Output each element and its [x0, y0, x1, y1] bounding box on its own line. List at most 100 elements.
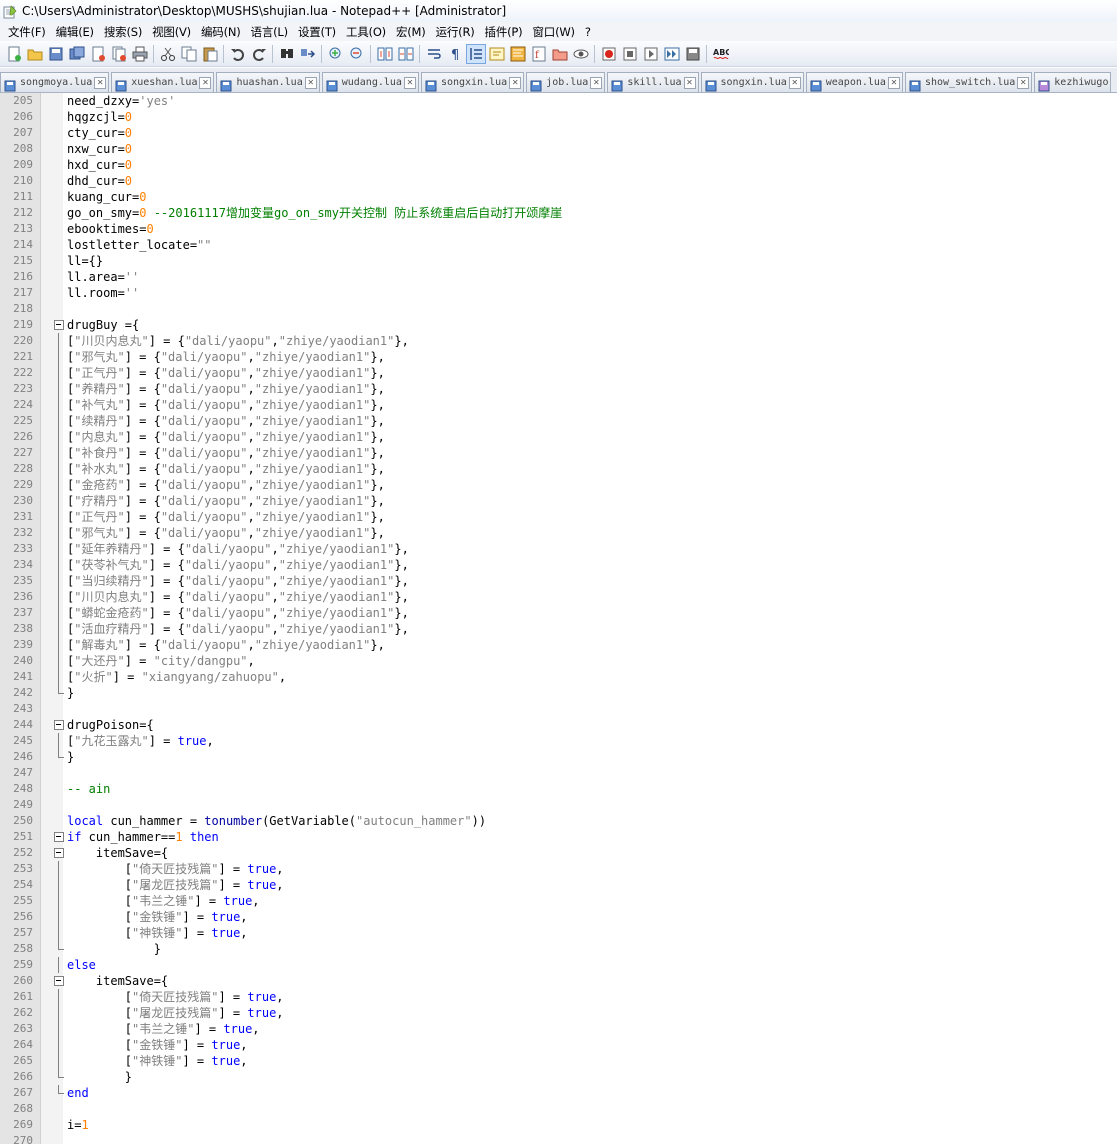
print-icon[interactable]	[131, 45, 149, 63]
fold-toggle-icon[interactable]	[54, 973, 64, 989]
code-line[interactable]: 216 ll.area=''	[0, 269, 1117, 285]
code-line[interactable]: 209 hxd_cur=0	[0, 157, 1117, 173]
code-line[interactable]: 228 ["补水丸"] = {"dali/yaopu","zhiye/yaodia…	[0, 461, 1117, 477]
code-line[interactable]: 230 ["疗精丹"] = {"dali/yaopu","zhiye/yaodia…	[0, 493, 1117, 509]
menu-item[interactable]: 文件(F)	[3, 24, 51, 40]
menu-item[interactable]: ?	[580, 25, 596, 39]
code-line[interactable]: 252 itemSave={	[0, 845, 1117, 861]
code-line[interactable]: 218	[0, 301, 1117, 317]
record-macro-icon[interactable]	[600, 45, 618, 63]
code-line[interactable]: 217 ll.room=''	[0, 285, 1117, 301]
code-line[interactable]: 245 ["九花玉露丸"] = true,	[0, 733, 1117, 749]
redo-icon[interactable]	[250, 45, 268, 63]
code-line[interactable]: 210 dhd_cur=0	[0, 173, 1117, 189]
code-line[interactable]: 208 nxw_cur=0	[0, 141, 1117, 157]
show-all-chars-icon[interactable]: ¶	[446, 45, 464, 63]
code-line[interactable]: 265 ["神铁锤"] = true,	[0, 1053, 1117, 1069]
code-line[interactable]: 249	[0, 797, 1117, 813]
copy-icon[interactable]	[180, 45, 198, 63]
replace-icon[interactable]	[299, 45, 317, 63]
menu-item[interactable]: 窗口(W)	[527, 24, 579, 40]
code-line[interactable]: 223 ["养精丹"] = {"dali/yaopu","zhiye/yaodia…	[0, 381, 1117, 397]
tab-close-icon[interactable]: ✕	[887, 76, 900, 89]
file-tab[interactable]: wudang.lua ✕	[321, 72, 419, 92]
menu-item[interactable]: 插件(P)	[480, 24, 528, 40]
indent-guide-icon[interactable]	[465, 43, 486, 64]
file-tab[interactable]: songmoya.lua ✕	[0, 72, 110, 92]
code-line[interactable]: 261 ["倚天匠技残篇"] = true,	[0, 989, 1117, 1005]
play-macro-icon[interactable]	[642, 45, 660, 63]
tab-close-icon[interactable]: ✕	[403, 76, 416, 89]
code-line[interactable]: 255 ["韦兰之锤"] = true,	[0, 893, 1117, 909]
paste-icon[interactable]	[201, 45, 219, 63]
close-icon[interactable]	[89, 45, 107, 63]
code-line[interactable]: 270	[0, 1133, 1117, 1144]
code-line[interactable]: 231 ["正气丹"] = {"dali/yaopu","zhiye/yaodia…	[0, 509, 1117, 525]
fold-toggle-icon[interactable]	[54, 845, 64, 861]
code-line[interactable]: 226 ["内息丸"] = {"dali/yaopu","zhiye/yaodia…	[0, 429, 1117, 445]
function-list-icon[interactable]: f	[530, 45, 548, 63]
code-line[interactable]: 227 ["补食丹"] = {"dali/yaopu","zhiye/yaodia…	[0, 445, 1117, 461]
file-tab[interactable]: weapon.lua ✕	[805, 72, 903, 92]
tab-close-icon[interactable]: ✕	[509, 76, 522, 89]
menu-item[interactable]: 运行(R)	[431, 24, 480, 40]
code-line[interactable]: 259 else	[0, 957, 1117, 973]
close-all-icon[interactable]	[110, 45, 128, 63]
fold-toggle-icon[interactable]	[54, 717, 64, 733]
code-line[interactable]: 236 ["川贝内息丸"] = {"dali/yaopu","zhiye/yaod…	[0, 589, 1117, 605]
tab-close-icon[interactable]: ✕	[94, 76, 107, 89]
spell-check-icon[interactable]: ABC	[712, 45, 730, 63]
tab-close-icon[interactable]: ✕	[590, 76, 603, 89]
tab-close-icon[interactable]: ✕	[788, 76, 801, 89]
run-macro-multiple-icon[interactable]	[663, 45, 681, 63]
code-line[interactable]: 247	[0, 765, 1117, 781]
code-line[interactable]: 222 ["正气丹"] = {"dali/yaopu","zhiye/yaodia…	[0, 365, 1117, 381]
code-line[interactable]: 262 ["屠龙匠技残篇"] = true,	[0, 1005, 1117, 1021]
code-line[interactable]: 221 ["邪气丸"] = {"dali/yaopu","zhiye/yaodia…	[0, 349, 1117, 365]
code-line[interactable]: 268	[0, 1101, 1117, 1117]
fold-toggle-icon[interactable]	[54, 317, 64, 333]
menu-item[interactable]: 编辑(E)	[51, 24, 99, 40]
code-line[interactable]: 220 ["川贝内息丸"] = {"dali/yaopu","zhiye/yaod…	[0, 333, 1117, 349]
code-line[interactable]: 246}	[0, 749, 1117, 765]
code-line[interactable]: 211 kuang_cur=0	[0, 189, 1117, 205]
code-line[interactable]: 235 ["当归续精丹"] = {"dali/yaopu","zhiye/yaod…	[0, 573, 1117, 589]
code-line[interactable]: 241 ["火折"] = "xiangyang/zahuopu",	[0, 669, 1117, 685]
user-language-icon[interactable]	[488, 45, 506, 63]
code-line[interactable]: 224 ["补气丸"] = {"dali/yaopu","zhiye/yaodia…	[0, 397, 1117, 413]
sync-vertical-icon[interactable]	[376, 45, 394, 63]
code-line[interactable]: 206 hqgzcjl=0	[0, 109, 1117, 125]
menu-item[interactable]: 视图(V)	[147, 24, 196, 40]
code-line[interactable]: 266 }	[0, 1069, 1117, 1085]
sync-horizontal-icon[interactable]	[397, 45, 415, 63]
code-line[interactable]: 251 if cun_hammer==1 then	[0, 829, 1117, 845]
undo-icon[interactable]	[229, 45, 247, 63]
code-line[interactable]: 248 -- ain	[0, 781, 1117, 797]
code-line[interactable]: 238 ["活血疗精丹"] = {"dali/yaopu","zhiye/yaod…	[0, 621, 1117, 637]
file-tab[interactable]: skill.lua ✕	[607, 72, 699, 92]
code-line[interactable]: 212 go_on_smy=0 --20161117增加变量go_on_smy开关…	[0, 205, 1117, 221]
doc-map-icon[interactable]	[509, 45, 527, 63]
monitoring-icon[interactable]	[572, 45, 590, 63]
code-line[interactable]: 243	[0, 701, 1117, 717]
file-tab[interactable]: songxin.lua ✕	[420, 72, 525, 92]
code-line[interactable]: 207 cty_cur=0	[0, 125, 1117, 141]
code-line[interactable]: 213 ebooktimes=0	[0, 221, 1117, 237]
code-line[interactable]: 225 ["续精丹"] = {"dali/yaopu","zhiye/yaodia…	[0, 413, 1117, 429]
menu-item[interactable]: 宏(M)	[391, 24, 431, 40]
code-line[interactable]: 264 ["金铁锤"] = true,	[0, 1037, 1117, 1053]
code-line[interactable]: 239 ["解毒丸"] = {"dali/yaopu","zhiye/yaodia…	[0, 637, 1117, 653]
code-line[interactable]: 242}	[0, 685, 1117, 701]
code-line[interactable]: 263 ["韦兰之锤"] = true,	[0, 1021, 1117, 1037]
code-editor[interactable]: 205 need_dzxy='yes' 206 hqgzcjl=0 207 cty_cur…	[0, 93, 1117, 1144]
cut-icon[interactable]	[159, 45, 177, 63]
code-line[interactable]: 258 }	[0, 941, 1117, 957]
code-line[interactable]: 229 ["金疮药"] = {"dali/yaopu","zhiye/yaodia…	[0, 477, 1117, 493]
word-wrap-icon[interactable]	[425, 45, 443, 63]
code-line[interactable]: 250 local cun_hammer = tonumber(GetVariab…	[0, 813, 1117, 829]
fold-toggle-icon[interactable]	[54, 829, 64, 845]
open-file-icon[interactable]	[26, 45, 44, 63]
code-line[interactable]: 240 ["大还丹"] = "city/dangpu",	[0, 653, 1117, 669]
tab-close-icon[interactable]: ✕	[683, 76, 696, 89]
code-line[interactable]: 237 ["蟒蛇金疮药"] = {"dali/yaopu","zhiye/yaod…	[0, 605, 1117, 621]
